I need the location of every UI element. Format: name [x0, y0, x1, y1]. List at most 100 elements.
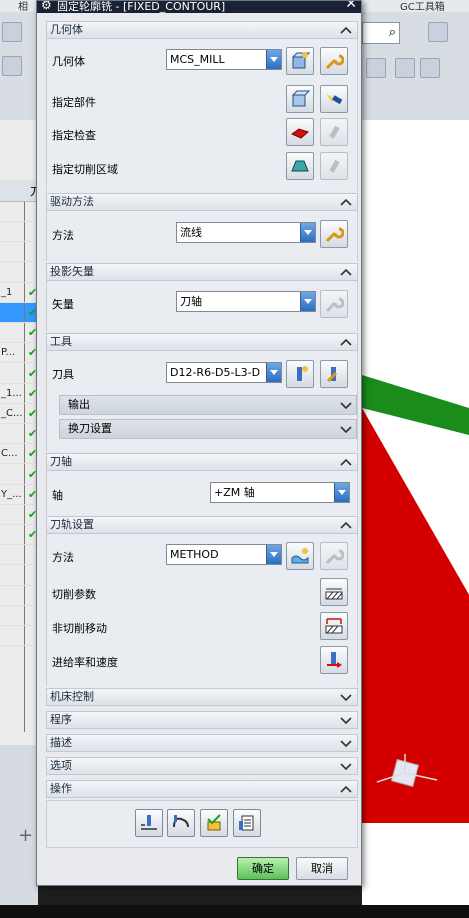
edit-drive-method-button[interactable]	[320, 220, 348, 248]
cancel-button[interactable]: 取消	[296, 857, 348, 880]
cut-area-icon	[291, 160, 309, 172]
navigator-row[interactable]: ✔	[0, 525, 38, 546]
chevron-down-icon	[340, 717, 352, 725]
section-header-path-settings[interactable]: 刀轨设置	[46, 516, 358, 534]
toolbar-icon[interactable]	[366, 58, 386, 78]
path-method-select[interactable]: METHOD	[166, 544, 282, 565]
section-title: 机床控制	[50, 690, 94, 703]
navigator-row[interactable]: ✔	[0, 424, 38, 445]
section-header-tool[interactable]: 工具	[46, 333, 358, 351]
chevron-down-icon	[340, 763, 352, 771]
ok-button[interactable]: 确定	[237, 857, 289, 880]
navigator-row[interactable]	[0, 606, 38, 626]
navigator-row-label: C...	[1, 448, 18, 460]
section-header-drive-method[interactable]: 驱动方法	[46, 193, 358, 211]
tool-label: 刀具	[52, 368, 74, 381]
show-part-button[interactable]	[320, 85, 348, 113]
navigator-row[interactable]: _1 ✔	[0, 283, 38, 303]
section-header-geometry[interactable]: 几何体	[46, 21, 358, 39]
new-tool-button[interactable]	[286, 360, 314, 388]
non-cut-moves-button[interactable]	[320, 612, 348, 640]
geometry-label: 几何体	[52, 55, 85, 68]
axis-triad-icon	[376, 754, 438, 788]
tool-select[interactable]: D12-R6-D5-L3-D	[166, 362, 282, 383]
section-header-actions[interactable]: 操作	[46, 780, 358, 798]
edit-method-button[interactable]	[320, 542, 348, 570]
cut-params-button[interactable]	[320, 578, 348, 606]
navigator-row[interactable]	[0, 545, 38, 566]
section-title: 刀轨设置	[50, 518, 94, 531]
toolbar-icon[interactable]	[2, 56, 22, 76]
new-method-button[interactable]	[286, 542, 314, 570]
navigator-row[interactable]: _1... ✔	[0, 384, 38, 404]
scissors-icon[interactable]	[2, 22, 22, 42]
navigator-row[interactable]: _C... ✔	[0, 404, 38, 424]
replay-button[interactable]	[167, 809, 195, 837]
output-subsection[interactable]: 输出	[59, 395, 357, 415]
navigator-row[interactable]	[0, 202, 38, 222]
navigator-row-label: Y_...	[1, 488, 22, 500]
navigator-row[interactable]: ✔	[0, 323, 38, 344]
axis-select[interactable]: +ZM 轴	[210, 482, 350, 503]
edit-tool-button[interactable]	[320, 360, 348, 388]
section-body-tool-axis: 轴 +ZM 轴	[46, 471, 358, 515]
list-button[interactable]	[233, 809, 261, 837]
vector-select[interactable]: 刀轴	[176, 291, 316, 312]
navigator-row[interactable]: P... ✔	[0, 343, 38, 364]
document-icon[interactable]	[420, 58, 440, 78]
navigator-row[interactable]: ✔	[0, 505, 38, 525]
navigator-row[interactable]	[0, 586, 38, 606]
gear-icon[interactable]: ⚙	[41, 1, 52, 11]
verify-button[interactable]	[200, 809, 228, 837]
vector-value: 刀轴	[180, 295, 202, 308]
generate-button[interactable]	[135, 809, 163, 837]
select-cut-area-button[interactable]	[286, 152, 314, 180]
edit-geometry-button[interactable]	[320, 47, 348, 75]
close-icon[interactable]: ✕	[345, 1, 357, 11]
tool-change-subsection[interactable]: 换刀设置	[59, 419, 357, 439]
toolbar-icon[interactable]	[395, 58, 415, 78]
feeds-speeds-button[interactable]	[320, 646, 348, 674]
navigator-row[interactable]	[0, 626, 38, 647]
new-method-icon	[291, 548, 309, 564]
app-search-box[interactable]: ⌕	[362, 22, 400, 44]
section-header-options[interactable]: 选项	[46, 757, 358, 775]
chevron-down-icon	[266, 50, 281, 69]
geometry-select[interactable]: MCS_MILL	[166, 49, 282, 70]
navigator-row[interactable]	[0, 222, 38, 243]
menu-item-0[interactable]: 相	[18, 0, 28, 13]
navigator-row[interactable]: Y_... ✔	[0, 485, 38, 505]
view-select-icon[interactable]	[428, 22, 448, 42]
axis-label: 轴	[52, 489, 63, 502]
select-part-button[interactable]	[286, 85, 314, 113]
dialog-title-bar[interactable]: ⚙ 固定轮廓铣 - [FIXED_CONTOUR] ✕	[37, 1, 361, 13]
navigator-row[interactable]	[0, 566, 38, 586]
generate-icon	[141, 815, 157, 830]
edit-vector-button[interactable]	[320, 290, 348, 318]
section-header-machine-control[interactable]: 机床控制	[46, 688, 358, 706]
navigator-row[interactable]	[0, 263, 38, 283]
show-check-button[interactable]	[320, 118, 348, 146]
new-geometry-button[interactable]	[286, 47, 314, 75]
flashlight-icon	[326, 94, 343, 105]
section-header-tool-axis[interactable]: 刀轴	[46, 453, 358, 471]
menu-item-gc-toolbox[interactable]: GC工具箱	[400, 0, 445, 13]
add-icon[interactable]: +	[18, 825, 33, 846]
section-header-description[interactable]: 描述	[46, 734, 358, 752]
navigator-row[interactable]: C... ✔	[0, 444, 38, 465]
fixed-contour-dialog: ⚙ 固定轮廓铣 - [FIXED_CONTOUR] ✕ 几何体 几何体 MCS_…	[36, 0, 362, 886]
drive-method-select[interactable]: 流线	[176, 222, 316, 243]
chevron-up-icon	[340, 268, 352, 276]
path-method-label: 方法	[52, 551, 74, 564]
show-cut-area-button[interactable]	[320, 152, 348, 180]
navigator-row[interactable]: ✔	[0, 465, 38, 485]
select-check-button[interactable]	[286, 118, 314, 146]
section-title: 工具	[50, 335, 72, 348]
chevron-down-icon	[340, 426, 352, 434]
navigator-row[interactable]	[0, 242, 38, 263]
navigator-row[interactable]: ✔	[0, 303, 38, 323]
section-header-program[interactable]: 程序	[46, 711, 358, 729]
feeds-speeds-icon	[327, 652, 342, 668]
navigator-row[interactable]: ✔	[0, 364, 38, 384]
section-header-projection-vector[interactable]: 投影矢量	[46, 263, 358, 281]
